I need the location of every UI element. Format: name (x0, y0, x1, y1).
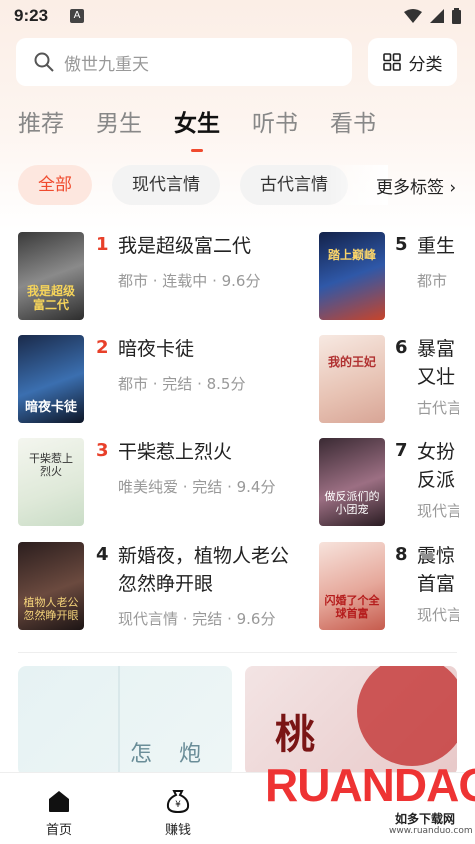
book-title: 震惊首富 (417, 545, 456, 595)
search-icon (34, 52, 54, 72)
rank-item-4[interactable]: 植物人老公忽然睁开眼 4 新婚夜，植物人老公忽然睁开眼 现代言情 · 完结 · … (18, 542, 298, 630)
banner-text: 怎 炮 (130, 742, 211, 767)
book-cover: 植物人老公忽然睁开眼 (18, 542, 84, 630)
tab-reading[interactable]: 看书 (330, 106, 376, 146)
rank-number: 3 (96, 440, 109, 461)
book-meta: 现代言 (417, 606, 459, 624)
book-cover: 我的王妃 (319, 335, 385, 423)
grid-icon (382, 53, 401, 71)
book-meta: 现代言情 · 完结 · 9.6分 (118, 610, 276, 628)
tab-female[interactable]: 女生 (174, 106, 220, 152)
rank-item-8[interactable]: 闪婚了个全球首富 8 震惊首富 现代言 (319, 542, 459, 630)
watermark-brand: RUANDAO (265, 759, 475, 811)
status-time: 9:23 (14, 6, 49, 25)
book-title: 暴富又壮 (417, 338, 456, 388)
site-watermark: RUANDAO 如多下载网 www.ruanduo.com (265, 752, 475, 844)
svg-text:¥: ¥ (175, 800, 181, 810)
nav-home[interactable]: 首页 (29, 787, 89, 838)
book-title: 我是超级富二代 (118, 235, 252, 257)
book-meta: 古代言 (417, 399, 459, 417)
watermark-cn: 如多下载网 (395, 812, 456, 826)
notification-icon: A (70, 9, 85, 23)
search-placeholder: 傲世九重天 (64, 54, 149, 75)
category-button[interactable]: 分类 (368, 38, 457, 86)
category-label: 分类 (408, 54, 443, 75)
book-title: 重生 (417, 235, 456, 257)
banner-stripe (118, 666, 120, 776)
book-title: 新婚夜，植物人老公忽然睁开眼 (118, 545, 290, 595)
cover-text: 暗夜卡徒 (24, 400, 77, 415)
rank-item-7[interactable]: 做反派们的小团宠 7 女扮反派 现代言 (319, 438, 459, 526)
book-title: 女扮反派 (417, 441, 456, 491)
rank-item-1[interactable]: 我是超级富二代 1 我是超级富二代 都市 · 连载中 · 9.6分 (18, 232, 298, 320)
book-cover: 闪婚了个全球首富 (319, 542, 385, 630)
tab-recommend[interactable]: 推荐 (18, 106, 64, 146)
cover-text: 踏上巅峰 (327, 248, 376, 262)
cover-text: 做反派们的小团宠 (324, 490, 380, 516)
book-meta: 都市 · 连载中 · 9.6分 (118, 272, 261, 290)
rank-number: 7 (395, 440, 408, 461)
rank-number: 1 (96, 234, 109, 255)
tab-male[interactable]: 男生 (96, 106, 142, 146)
rank-item-6[interactable]: 我的王妃 6 暴富又壮 古代言 (319, 335, 459, 423)
cover-text: 我是超级富二代 (26, 284, 75, 312)
chip-modern-romance[interactable]: 现代言情 (112, 165, 220, 205)
rank-number: 6 (395, 337, 408, 358)
signal-icon (430, 9, 444, 23)
rank-number: 2 (96, 337, 109, 358)
book-cover: 我是超级富二代 (18, 232, 84, 320)
status-icons (404, 8, 461, 24)
tab-audiobook[interactable]: 听书 (252, 106, 298, 146)
nav-label: 赚钱 (164, 823, 191, 838)
money-bag-icon: ¥ (166, 790, 190, 814)
watermark-url: www.ruanduo.com (389, 826, 473, 836)
rank-number: 4 (96, 544, 109, 565)
wifi-icon (404, 9, 422, 23)
battery-icon (452, 8, 461, 24)
promo-banner-left[interactable]: 怎 炮 (18, 666, 232, 776)
status-bar: 9:23 A (0, 0, 475, 32)
rank-number: 5 (395, 234, 408, 255)
book-meta: 唯美纯爱 · 完结 · 9.4分 (118, 478, 276, 496)
book-title: 暗夜卡徒 (118, 338, 195, 360)
rank-item-2[interactable]: 暗夜卡徒 2 暗夜卡徒 都市 · 完结 · 8.5分 (18, 335, 298, 423)
rank-item-3[interactable]: 干柴惹上烈火 3 干柴惹上烈火 唯美纯爱 · 完结 · 9.4分 (18, 438, 298, 526)
book-meta: 现代言 (417, 502, 459, 520)
cover-text: 我的王妃 (327, 355, 376, 369)
section-divider (18, 652, 457, 653)
channel-tabs: 推荐 男生 女生 听书 看书 (18, 106, 408, 152)
cover-text: 植物人老公忽然睁开眼 (23, 596, 79, 622)
more-tags-link[interactable]: 更多标签 › (376, 173, 456, 198)
book-cover: 做反派们的小团宠 (319, 438, 385, 526)
nav-earn[interactable]: ¥ 赚钱 (148, 787, 208, 838)
book-cover: 暗夜卡徒 (18, 335, 84, 423)
cover-text: 干柴惹上烈火 (29, 452, 73, 478)
search-bar[interactable]: 傲世九重天 (16, 38, 352, 86)
tag-chips: 全部 现代言情 古代言情 更多标签 › (18, 165, 475, 205)
book-title: 干柴惹上烈火 (118, 441, 233, 463)
banner-decoration (357, 666, 457, 766)
book-cover: 踏上巅峰 (319, 232, 385, 320)
rank-number: 8 (395, 544, 408, 565)
book-meta: 都市 (417, 272, 448, 290)
nav-label: 首页 (45, 823, 72, 838)
cover-text: 闪婚了个全球首富 (324, 594, 380, 620)
chip-all[interactable]: 全部 (18, 165, 92, 205)
rank-item-5[interactable]: 踏上巅峰 5 重生 都市 (319, 232, 475, 320)
book-cover: 干柴惹上烈火 (18, 438, 84, 526)
book-meta: 都市 · 完结 · 8.5分 (118, 375, 246, 393)
home-icon (49, 791, 69, 812)
